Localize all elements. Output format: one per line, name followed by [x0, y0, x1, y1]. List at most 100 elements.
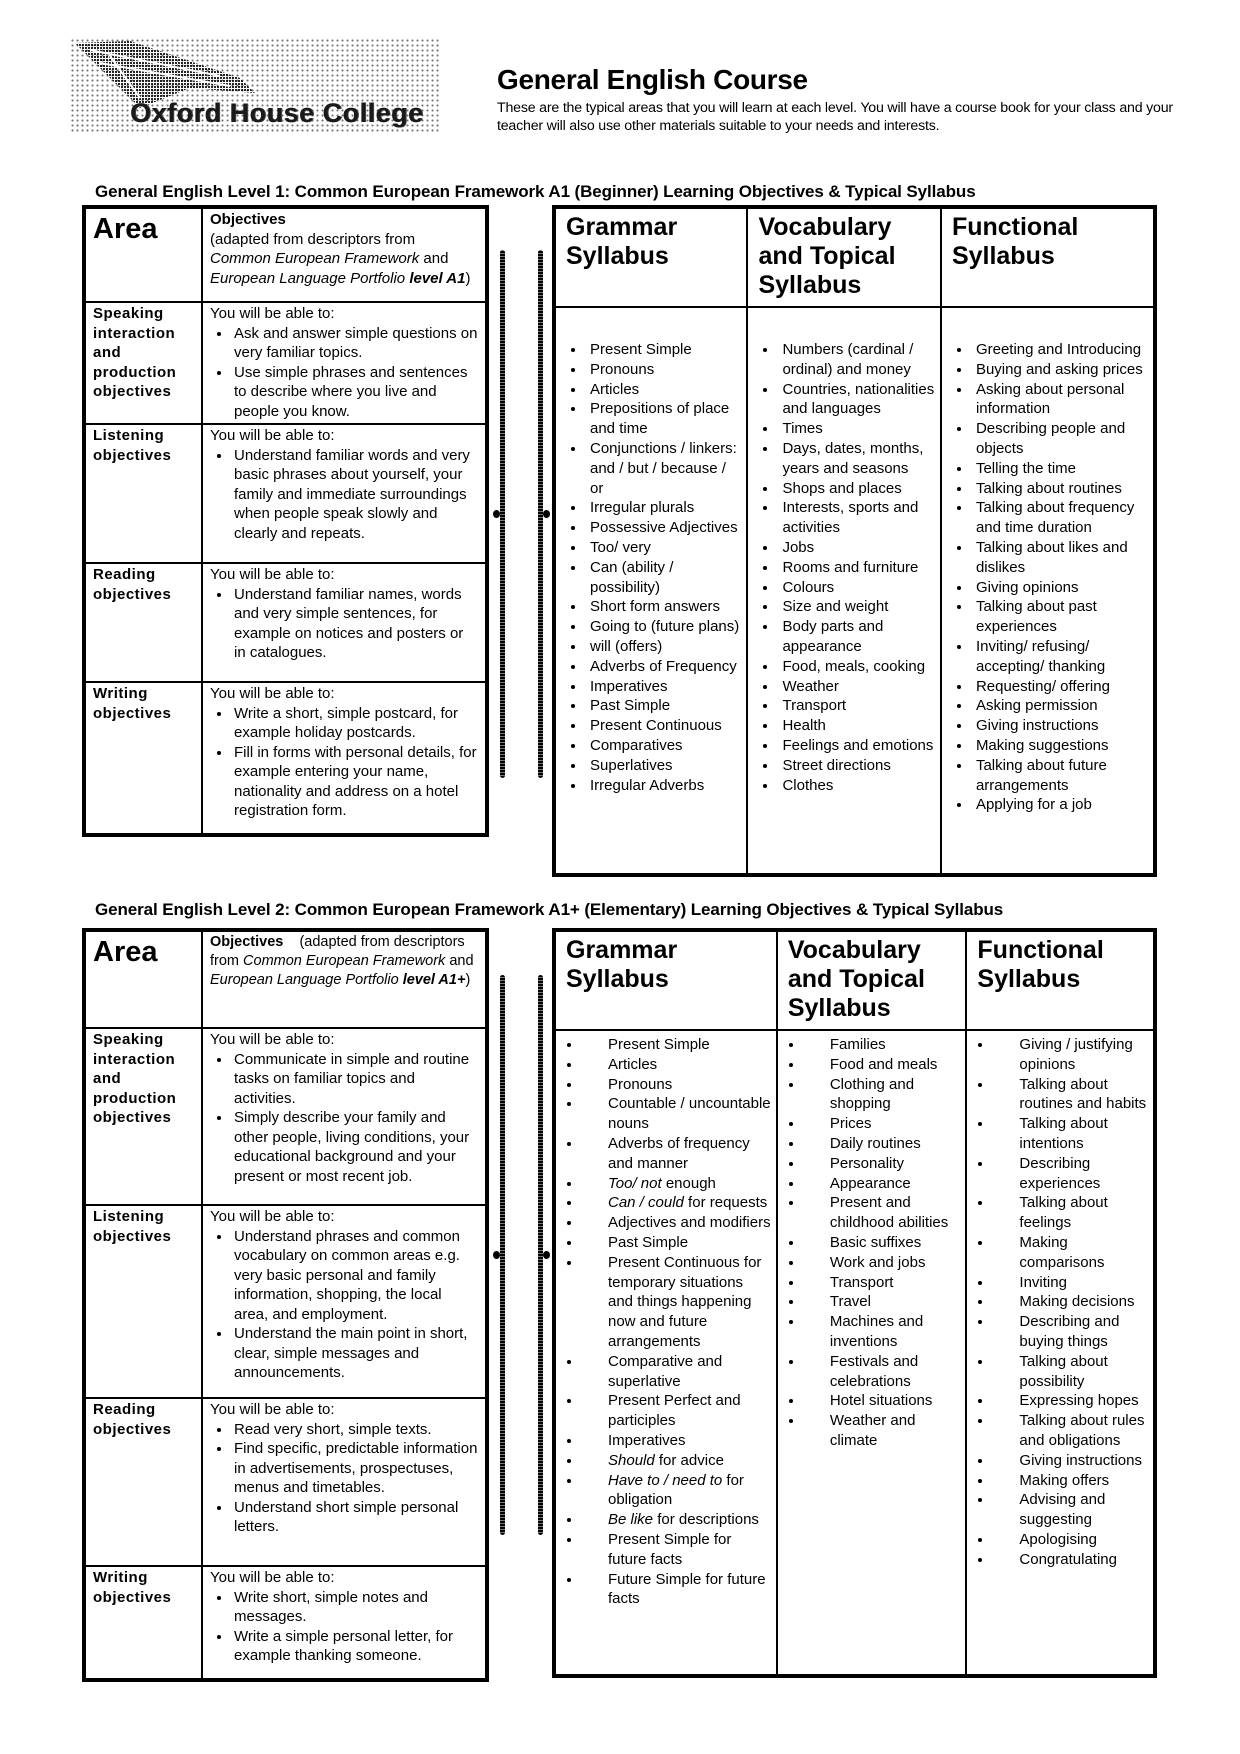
functional-item: Describing experiences: [993, 1154, 1149, 1194]
objectives-header-elp: European Language Portfolio: [210, 269, 406, 287]
objective-item: Understand short simple personal letters…: [232, 1498, 479, 1537]
area-label: Speaking interaction and production obje…: [83, 301, 203, 425]
vocabulary-item: Numbers (cardinal / ordinal) and money: [778, 340, 935, 380]
grammar-item: Short form answers: [586, 597, 742, 617]
functional-item: Inviting: [993, 1273, 1149, 1293]
grammar-item: Adjectives and modifiers: [582, 1213, 772, 1233]
objectives-cell: You will be able to: Read very short, sim…: [201, 1397, 488, 1567]
objectives-list: Understand phrases and common vocabulary…: [210, 1227, 479, 1383]
objectives-list: Understand familiar words and very basic…: [210, 446, 479, 544]
grammar-item: Going to (future plans): [586, 617, 742, 637]
objectives-header-level: level A1+: [402, 972, 466, 988]
functional-cell: Giving / justifying opinionsTalking abou…: [965, 1030, 1156, 1676]
objectives-cell: You will be able to: Write short, simple …: [201, 1565, 488, 1681]
grammar-item: Future Simple for future facts: [582, 1570, 772, 1610]
grammar-item: Pronouns: [582, 1075, 772, 1095]
grammar-item-text: Future Simple for future facts: [608, 1570, 766, 1608]
vocabulary-item: Clothing and shopping: [804, 1075, 962, 1115]
objectives-intro: You will be able to:: [210, 427, 335, 444]
vocabulary-syllabus-header: Vocabulary and Topical Syllabus: [746, 206, 942, 308]
right-brace-icon: [493, 250, 507, 778]
brace-nub: [543, 510, 550, 518]
grammar-item-text: enough: [661, 1174, 716, 1192]
vocabulary-list: FamiliesFood and mealsClothing and shopp…: [786, 1035, 962, 1451]
objective-item: Communicate in simple and routine tasks …: [232, 1050, 479, 1109]
functional-item: Buying and asking prices: [972, 360, 1149, 380]
objectives-row: Reading objectives You will be able to: Re…: [83, 1397, 488, 1567]
intro-text: These are the typical areas that you wil…: [497, 100, 1173, 134]
objectives-header-level: level A1: [409, 269, 466, 287]
vocabulary-item: Body parts and appearance: [778, 617, 935, 657]
grammar-syllabus-header: Grammar Syllabus: [552, 206, 749, 308]
objective-item: Find specific, predictable information i…: [232, 1439, 479, 1498]
grammar-item-text: Adjectives and modifiers: [608, 1214, 771, 1232]
vocabulary-item: Transport: [804, 1273, 962, 1293]
functional-item: Giving instructions: [993, 1451, 1149, 1471]
vocabulary-cell: Numbers (cardinal / ordinal) and moneyCo…: [746, 307, 942, 875]
objectives-table: Area Objectives (adapted from descriptors…: [82, 928, 489, 1682]
vocabulary-item: Days, dates, months, years and seasons: [778, 439, 935, 479]
vocabulary-item: Rooms and furniture: [778, 558, 935, 578]
area-label: Reading objectives: [83, 1397, 203, 1567]
level-heading-rest: Common European Framework A1+ (Elementar…: [290, 900, 1004, 919]
objectives-intro: You will be able to:: [210, 566, 335, 583]
functional-list: Giving / justifying opinionsTalking abou…: [975, 1035, 1149, 1570]
grammar-item-text: Imperatives: [608, 1431, 686, 1449]
syllabus-header-row: Grammar Syllabus Vocabulary and Topical S…: [552, 206, 1157, 308]
functional-item: Asking permission: [972, 696, 1149, 716]
functional-item: Requesting/ offering: [972, 677, 1149, 697]
objectives-row: Writing objectives You will be able to: Wr…: [83, 681, 488, 836]
objectives-list: Write short, simple notes and messages.W…: [210, 1588, 479, 1666]
vocabulary-item: Prices: [804, 1114, 962, 1134]
grammar-item-text: for requests: [683, 1194, 768, 1212]
objective-item: Understand familiar words and very basic…: [232, 446, 479, 544]
functional-item: Giving instructions: [972, 716, 1149, 736]
grammar-item: Past Simple: [582, 1233, 772, 1253]
objectives-header-and: and: [449, 953, 474, 969]
objectives-row: Writing objectives You will be able to: Wr…: [83, 1565, 488, 1681]
vocabulary-item: Times: [778, 419, 935, 439]
grammar-item-text: Adverbs of frequency and manner: [608, 1134, 750, 1172]
functional-item: Describing and buying things: [993, 1312, 1149, 1352]
grammar-item: Present Simple: [586, 340, 742, 360]
grammar-item: Present Simple for future facts: [582, 1530, 772, 1570]
functional-item: Talking about rules and obligations: [993, 1411, 1149, 1451]
objectives-cell: You will be able to: Understand phrases a…: [201, 1204, 488, 1399]
objectives-list: Write a short, simple postcard, for exam…: [210, 704, 479, 821]
brace-nub: [493, 1251, 500, 1259]
vocabulary-item: Daily routines: [804, 1134, 962, 1154]
objectives-table: Area Objectives (adapted from descriptors …: [82, 205, 489, 837]
logo-text: Oxford House College: [130, 98, 424, 128]
objectives-header-elp: European Language Portfolio: [210, 972, 399, 988]
functional-item: Making decisions: [993, 1292, 1149, 1312]
objective-item: Ask and answer simple questions on very …: [232, 324, 479, 363]
objective-item: Simply describe your family and other pe…: [232, 1108, 479, 1186]
functional-syllabus-header: Functional Syllabus: [939, 206, 1157, 308]
functional-item: Making comparisons: [993, 1233, 1149, 1273]
objective-item: Read very short, simple texts.: [232, 1420, 479, 1440]
objective-item: Write a short, simple postcard, for exam…: [232, 704, 479, 743]
grammar-item: Should for advice: [582, 1451, 772, 1471]
objectives-intro: You will be able to:: [210, 1401, 335, 1418]
grammar-cell: Present SimplePronounsArticlesPrepositio…: [552, 307, 749, 875]
college-logo: Oxford House College: [70, 38, 440, 134]
vocabulary-item: Present and childhood abilities: [804, 1193, 962, 1233]
level-heading: General English Level 2: Common European…: [95, 900, 1003, 920]
area-header: Area: [83, 929, 203, 1029]
objectives-header-close: ): [465, 972, 471, 988]
syllabus-body-row: Present Simple Articles Pronouns Countable …: [553, 1030, 1156, 1676]
objectives-row: Listening objectives You will be able to:…: [83, 423, 488, 564]
objectives-list: Ask and answer simple questions on very …: [210, 324, 479, 422]
objective-item: Understand phrases and common vocabulary…: [232, 1227, 479, 1325]
objectives-header-close: ): [465, 269, 471, 287]
objectives-header-cef: Common European Framework: [210, 250, 420, 267]
brace-nub: [543, 1251, 550, 1259]
vocabulary-item: Food and meals: [804, 1055, 962, 1075]
objectives-header-and: and: [423, 250, 449, 267]
objectives-row: Listening objectives You will be able to:…: [83, 1204, 488, 1399]
area-header: Area: [83, 206, 203, 303]
vocabulary-item: Festivals and celebrations: [804, 1352, 962, 1392]
objectives-row: Speaking interaction and production obje…: [83, 1027, 488, 1206]
functional-item: Congratulating: [993, 1550, 1149, 1570]
area-label: Writing objectives: [83, 681, 203, 836]
